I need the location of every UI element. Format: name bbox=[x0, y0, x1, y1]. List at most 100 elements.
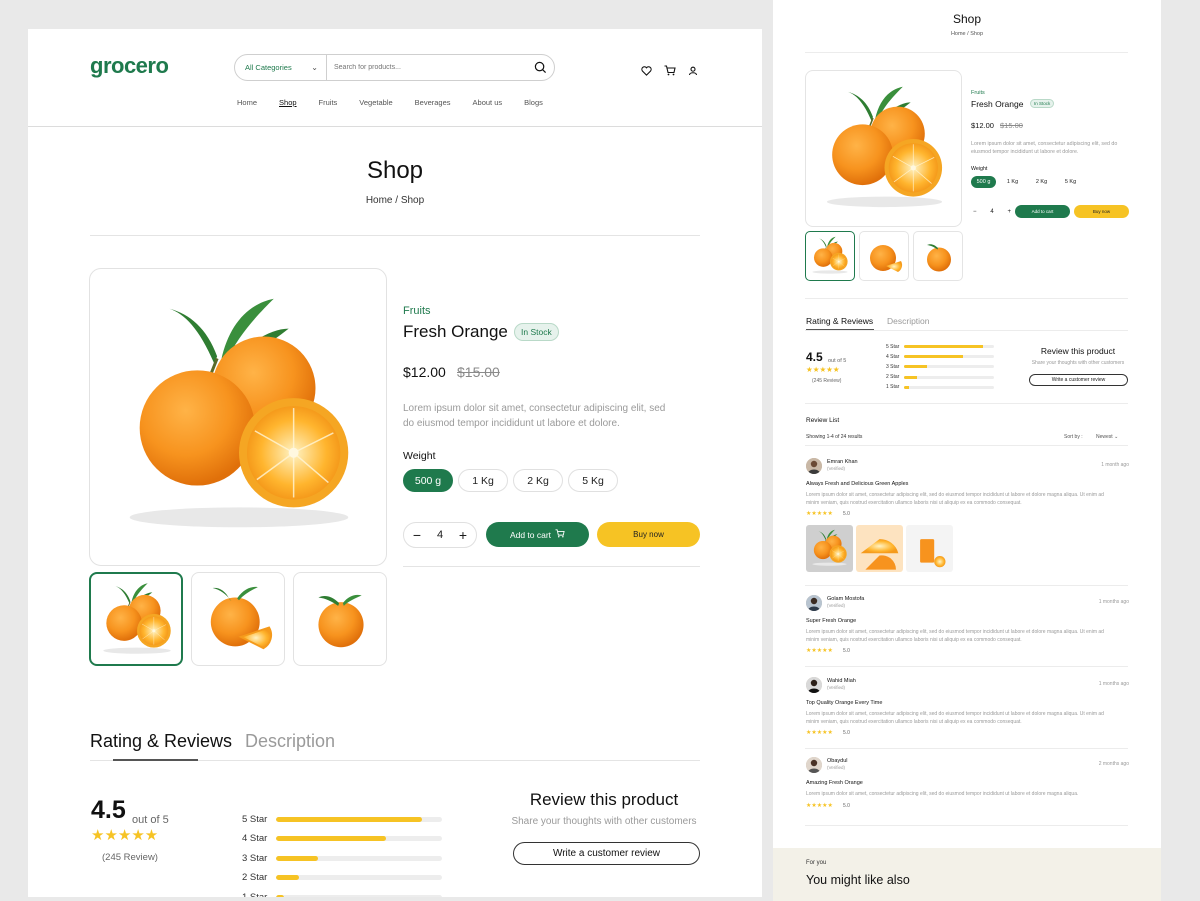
reviewer-name: Emran Khan bbox=[827, 459, 858, 465]
product-thumbnail-2[interactable] bbox=[191, 572, 285, 666]
active-tab-indicator bbox=[113, 759, 198, 761]
add-to-cart-button[interactable]: Add to cart bbox=[1015, 205, 1070, 218]
review-score: 5.0 bbox=[843, 511, 850, 517]
product-name: Fresh Orange bbox=[971, 99, 1024, 109]
product-thumbnail-3[interactable] bbox=[913, 231, 963, 281]
heart-icon[interactable] bbox=[640, 64, 653, 77]
rating-bar-track bbox=[276, 894, 442, 897]
rating-bar-track bbox=[276, 816, 442, 822]
product-old-price: $15.00 bbox=[457, 364, 500, 380]
nav-beverages[interactable]: Beverages bbox=[415, 98, 451, 107]
rating-bar-fill bbox=[904, 345, 984, 348]
add-to-cart-button[interactable]: Add to cart bbox=[486, 522, 589, 547]
nav-fruits[interactable]: Fruits bbox=[319, 98, 338, 107]
weight-option-500g[interactable]: 500 g bbox=[971, 176, 996, 188]
user-icon[interactable] bbox=[686, 64, 699, 77]
weight-label: Weight bbox=[403, 450, 436, 462]
review-time: 1 month ago bbox=[1101, 462, 1129, 468]
recommendations-title: You might like also bbox=[806, 873, 910, 887]
product-category[interactable]: Fruits bbox=[403, 305, 431, 317]
avatar bbox=[806, 595, 822, 611]
quantity-stepper: − 4 + bbox=[403, 522, 477, 548]
rating-bar-row: 1 Star bbox=[242, 891, 442, 897]
weight-option-1kg[interactable]: 1 Kg bbox=[458, 469, 508, 492]
quantity-plus-button[interactable]: + bbox=[1007, 209, 1011, 215]
weight-option-500g[interactable]: 500 g bbox=[403, 469, 453, 492]
product-thumbnail-3[interactable] bbox=[293, 572, 387, 666]
write-review-button[interactable]: Write a customer review bbox=[513, 842, 700, 865]
tab-rating-reviews[interactable]: Rating & Reviews bbox=[806, 316, 873, 326]
rating-bar-label: 2 Star bbox=[886, 374, 900, 381]
logo[interactable]: grocero bbox=[90, 53, 169, 79]
divider bbox=[403, 566, 700, 567]
rating-bar-fill bbox=[276, 875, 300, 880]
chevron-down-icon: ⌄ bbox=[1114, 434, 1119, 440]
nav-about-us[interactable]: About us bbox=[473, 98, 503, 107]
review-count: (245 Review) bbox=[102, 852, 158, 863]
search-input[interactable] bbox=[327, 64, 526, 71]
search-icon[interactable] bbox=[526, 55, 554, 80]
review-image-1[interactable] bbox=[806, 525, 853, 572]
tab-rating-reviews[interactable]: Rating & Reviews bbox=[90, 731, 232, 752]
review-time: 1 months ago bbox=[1098, 681, 1129, 687]
rating-bar-row: 5 Star bbox=[242, 813, 442, 825]
tab-description[interactable]: Description bbox=[245, 731, 335, 752]
rating-bar-row: 2 Star bbox=[886, 374, 996, 381]
quantity-value[interactable]: 4 bbox=[437, 529, 443, 541]
weight-option-5kg[interactable]: 5 Kg bbox=[568, 469, 618, 492]
sort-label: Sort by : bbox=[1064, 434, 1083, 440]
breadcrumb: Home / Shop bbox=[950, 31, 984, 37]
quantity-stepper: − 4 + bbox=[973, 205, 1011, 218]
rating-bar-label: 3 Star bbox=[242, 852, 268, 864]
rating-bar-row: 1 Star bbox=[886, 384, 996, 391]
quantity-minus-button[interactable]: − bbox=[973, 209, 977, 215]
review-list-title: Review List bbox=[806, 417, 840, 424]
average-rating: 4.5 bbox=[91, 796, 126, 824]
review-product-title: Review this product bbox=[1040, 346, 1116, 356]
rating-bar-fill bbox=[904, 355, 964, 359]
rating-bar-label: 1 Star bbox=[242, 891, 268, 898]
review-title: Top Quality Orange Every Time bbox=[806, 700, 883, 706]
rating-bar-label: 4 Star bbox=[242, 833, 268, 844]
stock-badge: In Stock bbox=[514, 323, 559, 341]
header-icons bbox=[640, 64, 699, 77]
tab-description[interactable]: Description bbox=[887, 316, 930, 326]
product-main-image bbox=[89, 268, 387, 566]
quantity-plus-button[interactable]: + bbox=[456, 527, 470, 543]
cart-icon[interactable] bbox=[663, 64, 676, 77]
category-select[interactable]: All Categories ⌄ bbox=[235, 55, 327, 80]
rating-bar-track bbox=[276, 875, 442, 880]
product-description: Lorem ipsum dolor sit amet, consectetur … bbox=[971, 141, 1118, 155]
review-text: Lorem ipsum dolor sit amet, consectetur … bbox=[806, 791, 1079, 797]
sort-select[interactable]: Newest ⌄ bbox=[1096, 434, 1118, 440]
product-category[interactable]: Fruits bbox=[971, 90, 985, 96]
rating-bar-row: 5 Star bbox=[886, 343, 996, 350]
rating-bar-row: 4 Star bbox=[886, 353, 996, 360]
product-thumbnail-1[interactable] bbox=[805, 231, 855, 281]
nav-home[interactable]: Home bbox=[237, 98, 257, 107]
weight-option-2kg[interactable]: 2 Kg bbox=[513, 469, 563, 492]
weight-label: Weight bbox=[971, 166, 988, 172]
rating-bar-label: 3 Star bbox=[886, 363, 900, 370]
quantity-minus-button[interactable]: − bbox=[410, 527, 424, 543]
rating-bar-fill bbox=[904, 365, 927, 369]
product-thumbnail-2[interactable] bbox=[859, 231, 909, 281]
review-image-2[interactable] bbox=[856, 525, 903, 572]
nav-shop[interactable]: Shop bbox=[279, 98, 297, 107]
review-title: Always Fresh and Delicious Green Apples bbox=[806, 481, 909, 487]
category-select-label: All Categories bbox=[245, 63, 292, 72]
buy-now-button[interactable]: Buy now bbox=[597, 522, 700, 547]
rating-bar-track bbox=[904, 385, 994, 389]
weight-option-2kg[interactable]: 2 Kg bbox=[1029, 176, 1054, 188]
write-review-button[interactable]: Write a customer review bbox=[1029, 374, 1128, 386]
review-image-3[interactable] bbox=[906, 525, 953, 572]
product-thumbnail-1[interactable] bbox=[89, 572, 183, 666]
nav-vegetable[interactable]: Vegetable bbox=[359, 98, 392, 107]
nav-blogs[interactable]: Blogs bbox=[524, 98, 543, 107]
divider bbox=[805, 298, 1128, 299]
quantity-value[interactable]: 4 bbox=[990, 209, 993, 215]
buy-now-button[interactable]: Buy now bbox=[1074, 205, 1129, 218]
weight-option-5kg[interactable]: 5 Kg bbox=[1058, 176, 1083, 188]
rating-bar-track bbox=[904, 345, 994, 348]
weight-option-1kg[interactable]: 1 Kg bbox=[1000, 176, 1025, 188]
